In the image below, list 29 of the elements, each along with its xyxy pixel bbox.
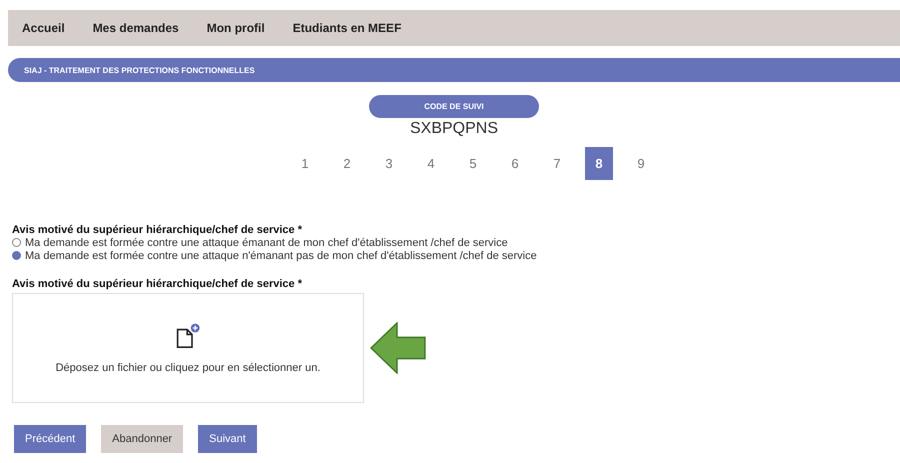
form-button[interactable]: Précédent [14,425,86,453]
question-label: Avis motivé du supérieur hiérarchique/chef de service * [12,224,303,236]
step-link[interactable]: 8 [585,147,613,180]
form-button[interactable]: Suivant [198,425,257,453]
form-button[interactable]: Abandonner [101,425,184,453]
nav-link[interactable]: Mes demandes [92,21,179,35]
option-label: Ma demande est formée contre une attaque n'émanant pas de mon chef d'établissement /chef de service [25,250,537,262]
file-drop-zone[interactable]: Déposez un fichier ou cliquez pour en sélectionner un. [12,293,364,403]
step-link[interactable]: 1 [291,147,319,180]
tracking-label: CODE DE SUIVI [369,95,539,118]
step-link[interactable]: 9 [627,147,655,180]
step-link[interactable]: 2 [333,147,361,180]
upload-label: Avis motivé du supérieur hiérarchique/chef de service * [12,278,303,290]
radio-button[interactable] [12,238,21,247]
step-link[interactable]: 5 [459,147,487,180]
radio-button[interactable] [12,251,21,260]
drop-hint: Déposez un fichier ou cliquez pour en sélectionner un. [56,362,320,374]
step-link[interactable]: 6 [501,147,529,180]
step-link[interactable]: 3 [375,147,403,180]
arrow-icon [370,322,426,374]
nav-link[interactable]: Accueil [22,21,65,35]
nav-link[interactable]: Mon profil [206,21,265,35]
file-add-icon [176,322,200,350]
step-link[interactable]: 4 [417,147,445,180]
step-link[interactable]: 7 [543,147,571,180]
nav-link[interactable]: Etudiants en MEEF [292,21,402,35]
section-banner: SIAJ - TRAITEMENT DES PROTECTIONS FONCTIONNELLES [8,58,900,82]
option-label: Ma demande est formée contre une attaque émanant de mon chef d'établissement /chef de service [25,236,508,248]
tracking-code: SXBPQPNS [410,120,498,138]
